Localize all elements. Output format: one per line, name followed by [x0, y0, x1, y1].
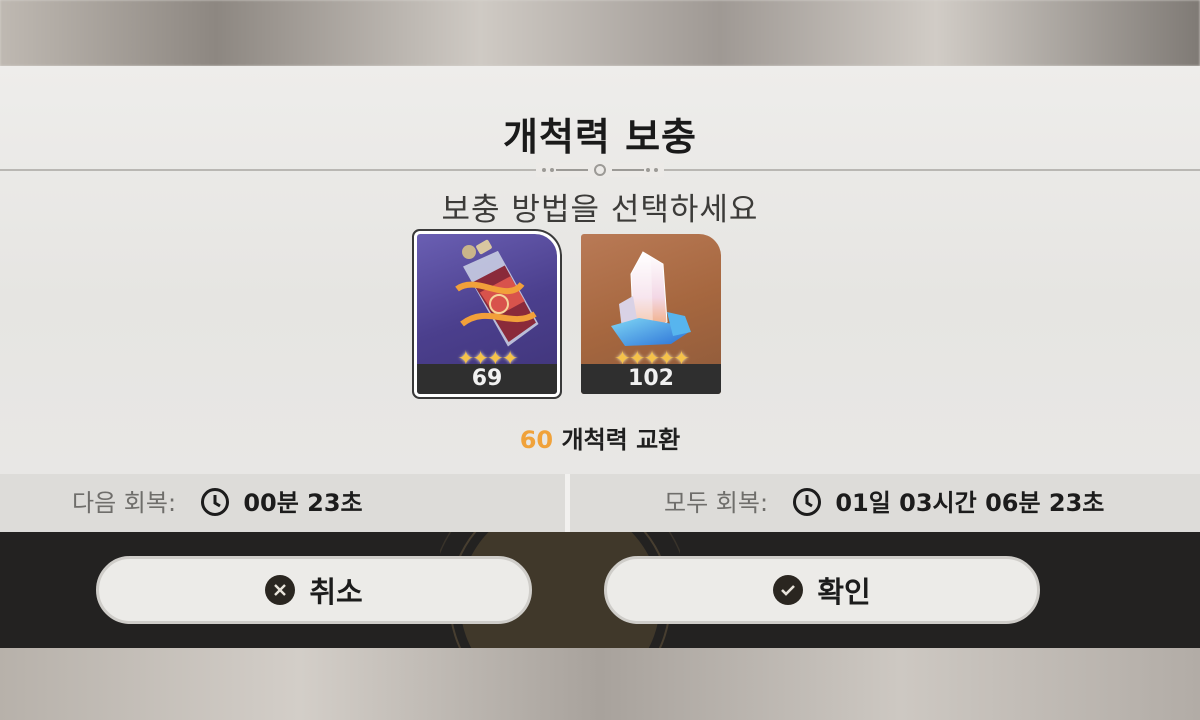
- item-card-fuel[interactable]: ✦✦✦✦ 69: [414, 231, 560, 397]
- next-recovery-time: 00분 23초: [243, 489, 363, 517]
- button-bar: 취소 확인: [0, 532, 1200, 648]
- exchange-text: 60 개척력 교환: [0, 420, 1200, 455]
- background-blur-top: [0, 0, 1200, 66]
- full-recovery: 모두 회복: 01일 03시간 06분 23초: [664, 474, 1104, 532]
- item-count: 69: [417, 364, 557, 394]
- fuel-bottle-icon: [455, 239, 539, 347]
- cancel-button[interactable]: 취소: [96, 556, 532, 624]
- item-card-stellar-jade[interactable]: ✦✦✦✦✦ 102: [581, 234, 721, 394]
- full-recovery-time: 01일 03시간 06분 23초: [835, 489, 1105, 517]
- dialog-subtitle: 보충 방법을 선택하세요: [441, 192, 759, 228]
- check-icon: [773, 575, 804, 605]
- background-blur-bottom: [0, 648, 1200, 720]
- next-recovery: 다음 회복: 00분 23초: [72, 474, 363, 532]
- replenish-dialog: 개척력 보충 보충 방법을 선택하세요 ✦✦✦✦ 69 ✦✦✦✦✦ 102 60…: [0, 66, 1200, 532]
- cancel-button-label: 취소: [309, 575, 363, 609]
- close-icon: [265, 575, 296, 605]
- dialog-title: 개척력 보충: [502, 115, 698, 159]
- next-recovery-label: 다음 회복:: [72, 489, 177, 517]
- divider-ornament-icon: [536, 163, 664, 177]
- recovery-separator: [565, 474, 570, 532]
- confirm-button[interactable]: 확인: [604, 556, 1040, 624]
- exchange-amount: 60: [519, 426, 554, 454]
- crystal-icon: [611, 251, 691, 346]
- exchange-label: 개척력 교환: [561, 426, 681, 454]
- recovery-row: 다음 회복: 00분 23초 모두 회복: 01일 03시간 06분 23초: [0, 474, 1200, 532]
- clock-icon: [792, 488, 821, 516]
- confirm-button-label: 확인: [817, 575, 871, 609]
- full-recovery-label: 모두 회복:: [664, 489, 769, 517]
- item-count: 102: [581, 364, 721, 394]
- clock-icon: [200, 488, 229, 516]
